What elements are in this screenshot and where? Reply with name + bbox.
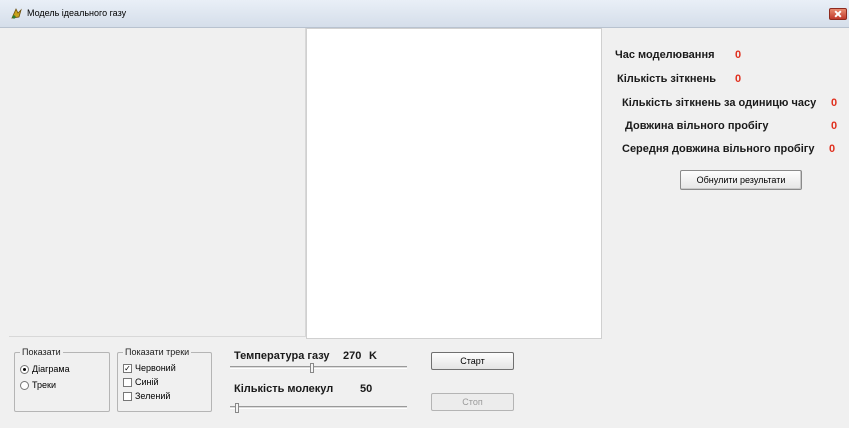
stat-value-simulation-time: 0: [735, 49, 742, 61]
reset-results-button[interactable]: Обнулити результати: [680, 170, 802, 190]
checkbox-blue-box[interactable]: [123, 377, 132, 387]
checkbox-red[interactable]: ✓ Червоний: [123, 363, 176, 373]
temperature-slider-track[interactable]: [230, 366, 407, 369]
stat-value-collisions-per-time: 0: [831, 97, 838, 109]
stat-value-mean-free-path: 0: [829, 143, 836, 155]
radio-tracks-label: Треки: [32, 380, 56, 390]
start-button[interactable]: Старт: [431, 352, 514, 370]
stat-label-collisions: Кількість зіткнень: [617, 73, 716, 85]
checkbox-red-box[interactable]: ✓: [123, 363, 132, 373]
temperature-slider-thumb[interactable]: [309, 363, 314, 373]
temperature-label: Температура газу: [234, 350, 330, 362]
radio-diagram[interactable]: Діаграма: [20, 364, 70, 374]
stat-value-free-path: 0: [831, 120, 838, 132]
stat-label-simulation-time: Час моделювання: [615, 49, 715, 61]
molecules-value: 50: [360, 383, 373, 395]
stop-button[interactable]: Стоп: [431, 393, 514, 411]
stat-label-collisions-per-time: Кількість зіткнень за одиницю часу: [622, 97, 817, 109]
tracks-group-title: Показати треки: [123, 347, 192, 357]
show-group-title: Показати: [20, 347, 63, 357]
stat-label-mean-free-path: Середня довжина вільного пробігу: [622, 143, 815, 155]
molecules-slider-thumb[interactable]: [235, 403, 240, 413]
checkbox-blue-label: Синій: [135, 377, 159, 387]
checkbox-green-label: Зелений: [135, 391, 171, 401]
temperature-unit: K: [369, 350, 377, 362]
radio-tracks[interactable]: Треки: [20, 380, 56, 390]
app-icon: [11, 8, 22, 19]
tracks-group: Показати треки ✓ Червоний Синій Зелений: [117, 347, 212, 412]
molecules-label: Кількість молекул: [234, 383, 334, 395]
window-title: Модель ідеального газу: [27, 8, 127, 18]
radio-diagram-indicator[interactable]: [20, 364, 29, 374]
molecules-slider-track[interactable]: [230, 406, 407, 409]
diagram-panel: [9, 28, 306, 337]
show-group: Показати Діаграма Треки: [14, 347, 110, 412]
checkbox-green-box[interactable]: [123, 391, 132, 401]
simulation-canvas: [306, 28, 602, 339]
stat-label-free-path: Довжина вільного пробігу: [625, 120, 769, 132]
temperature-value: 270: [343, 350, 362, 362]
stat-value-collisions: 0: [735, 73, 742, 85]
close-icon[interactable]: [829, 8, 847, 20]
checkbox-blue[interactable]: Синій: [123, 377, 159, 387]
radio-tracks-indicator[interactable]: [20, 380, 29, 390]
checkbox-green[interactable]: Зелений: [123, 391, 170, 401]
title-bar: Модель ідеального газу: [0, 0, 849, 28]
radio-diagram-label: Діаграма: [32, 364, 70, 374]
checkbox-red-label: Червоний: [135, 363, 176, 373]
